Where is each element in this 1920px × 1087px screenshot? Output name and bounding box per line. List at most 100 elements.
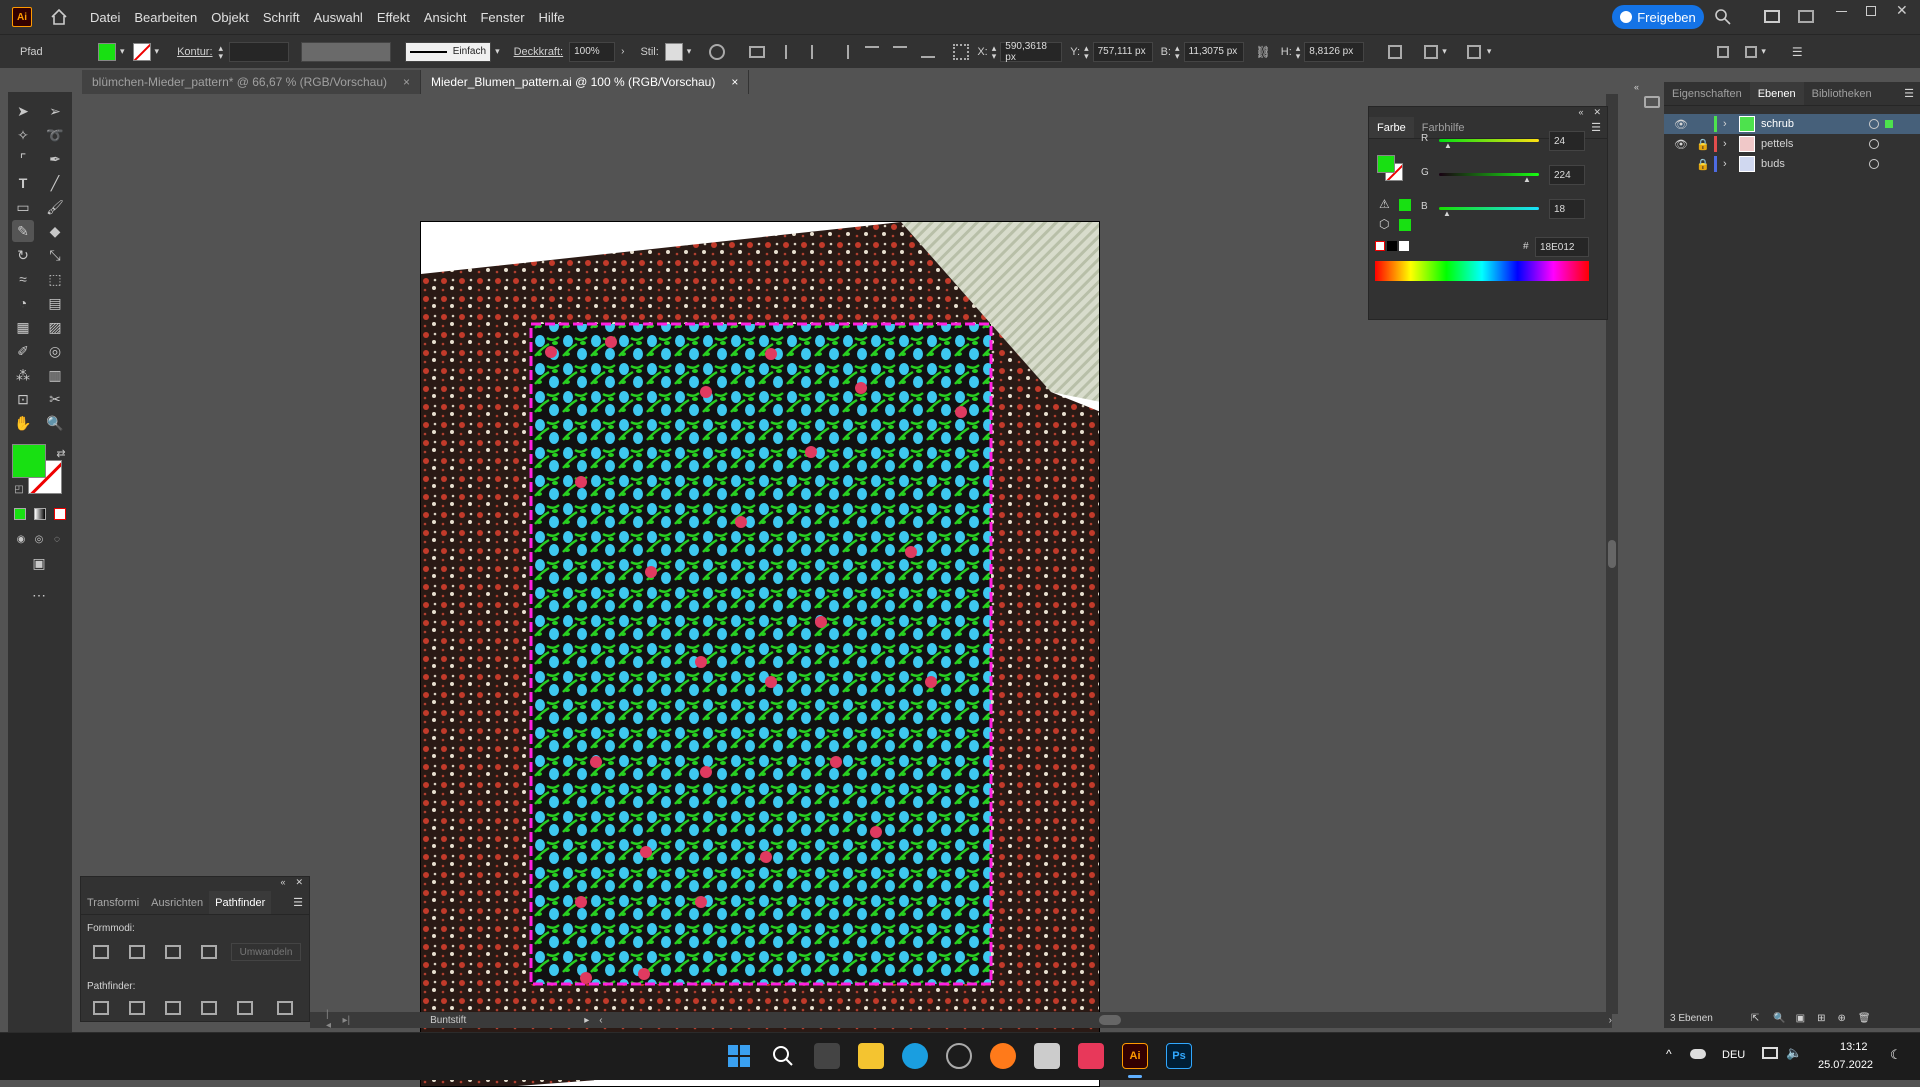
workspace-icon[interactable] [1764, 10, 1780, 23]
shape-builder-icon[interactable]: ◔ [12, 292, 34, 314]
edge-icon[interactable] [902, 1043, 928, 1069]
b-field[interactable]: 18 [1549, 199, 1585, 219]
artboard-tool-icon[interactable]: ⊡ [12, 388, 34, 410]
close-icon[interactable]: × [731, 75, 738, 89]
variable-width-field[interactable] [301, 41, 392, 62]
color-spectrum[interactable] [1375, 261, 1589, 281]
stroke-style-dropdown[interactable]: Einfach [405, 41, 492, 62]
pattern-artwork[interactable] [421, 222, 1100, 1087]
r-slider[interactable] [1439, 139, 1539, 142]
task-view-icon[interactable] [814, 1043, 840, 1069]
panel-menu-icon[interactable]: ☰ [1792, 45, 1803, 59]
fill-swatch-large[interactable] [1377, 155, 1395, 173]
menu-datei[interactable]: Datei [90, 10, 120, 25]
scroll-right-icon[interactable]: › [1609, 1015, 1612, 1026]
illustrator-icon[interactable]: Ai [1122, 1043, 1148, 1069]
scroll-left-icon[interactable]: ‹ [599, 1015, 602, 1026]
photos-icon[interactable] [1034, 1043, 1060, 1069]
tab-ebenen[interactable]: Ebenen [1749, 82, 1804, 105]
clipping-mask-icon[interactable]: ▣ [1796, 1013, 1805, 1024]
eye-icon[interactable]: 👁 [1674, 118, 1688, 131]
b-slider[interactable] [1439, 207, 1539, 210]
chevron-right-icon[interactable]: › [1723, 138, 1733, 150]
layer-row-buds[interactable]: 🔒 › buds [1664, 154, 1920, 174]
draw-inside-icon[interactable]: ◌ [46, 528, 68, 550]
close-icon[interactable]: ✕ [295, 877, 303, 891]
delete-layer-icon[interactable]: 🗑 [1858, 1013, 1871, 1024]
rotate-tool-icon[interactable]: ↻ [12, 244, 34, 266]
gamut-swatch[interactable] [1399, 199, 1411, 211]
direct-selection-tool-icon[interactable]: ➢ [44, 100, 66, 122]
tray-chevron-icon[interactable]: ^ [1666, 1047, 1672, 1061]
swap-colors-icon[interactable]: ⇄ [50, 442, 72, 464]
intersect-icon[interactable] [165, 945, 181, 959]
new-layer-icon[interactable]: ⊕ [1838, 1013, 1846, 1024]
tab-eigenschaften[interactable]: Eigenschaften [1664, 82, 1750, 105]
mesh-tool-icon[interactable]: ▦ [12, 316, 34, 338]
magic-wand-icon[interactable]: ✧ [12, 124, 34, 146]
black-swatch[interactable] [1387, 241, 1397, 251]
target-icon[interactable] [1869, 139, 1879, 149]
merge-icon[interactable] [165, 1001, 181, 1015]
comments-icon[interactable] [1644, 96, 1660, 108]
stroke-swatch[interactable] [132, 42, 151, 61]
out-of-gamut-icon[interactable]: ⚠ [1379, 197, 1390, 211]
style-swatch[interactable] [664, 42, 683, 61]
stepper-icon[interactable]: ▴ ▾ [219, 43, 224, 60]
y-field[interactable]: 757,111 px [1092, 41, 1153, 62]
maximize-icon[interactable] [1866, 6, 1876, 16]
opacity-field[interactable]: 100% [569, 41, 616, 62]
target-icon[interactable] [1869, 119, 1879, 129]
network-icon[interactable] [1762, 1047, 1778, 1059]
menu-ansicht[interactable]: Ansicht [424, 10, 467, 25]
none-swatch[interactable] [1375, 241, 1385, 251]
warp-tool-icon[interactable]: ≈ [12, 268, 34, 290]
export-icon[interactable]: ⇱ [1751, 1013, 1759, 1024]
home-icon[interactable] [50, 8, 68, 26]
rectangle-tool-icon[interactable]: ▭ [12, 196, 34, 218]
tab-farbe[interactable]: Farbe [1369, 117, 1414, 138]
vertical-scroll-thumb[interactable] [1608, 540, 1616, 568]
gradient-mode-icon[interactable] [34, 508, 46, 520]
close-icon[interactable]: ✕ [1896, 2, 1908, 19]
panel-menu-icon[interactable]: ☰ [293, 891, 309, 914]
align-vcenter-icon[interactable] [893, 45, 908, 58]
stroke-weight-field[interactable] [229, 41, 290, 62]
clock-date[interactable]: 25.07.2022 [1818, 1059, 1873, 1071]
g-field[interactable]: 224 [1549, 165, 1585, 185]
transform-icon[interactable] [1388, 44, 1403, 59]
screen-mode-icon[interactable]: ▣ [28, 552, 50, 574]
envelope-icon[interactable] [1466, 44, 1481, 59]
file-explorer-icon[interactable] [858, 1043, 884, 1069]
more-tools-icon[interactable]: ⋯ [28, 584, 50, 606]
eye-icon[interactable]: 👁 [1674, 138, 1688, 151]
align-bottom-icon[interactable] [921, 46, 936, 58]
photoshop-icon[interactable]: Ps [1166, 1043, 1192, 1069]
collapse-icon[interactable]: « [280, 877, 285, 891]
volume-icon[interactable]: 🔈 [1786, 1045, 1802, 1061]
perspective-grid-icon[interactable]: ▤ [44, 292, 66, 314]
outline-icon[interactable] [237, 1001, 253, 1015]
chevron-down-icon[interactable]: ▾ [120, 46, 125, 57]
windows-start-icon[interactable] [726, 1043, 752, 1069]
panel-align-icon[interactable] [1745, 45, 1758, 58]
creative-cloud-icon[interactable] [1078, 1043, 1104, 1069]
chevron-down-icon[interactable]: ▾ [495, 46, 500, 57]
x-field[interactable]: 590,3618 px [1000, 41, 1063, 63]
share-button[interactable]: Freigeben [1612, 5, 1704, 29]
chevron-down-icon[interactable]: ▾ [1761, 46, 1766, 57]
hand-tool-icon[interactable]: ✋ [12, 412, 34, 434]
tab-ausrichten[interactable]: Ausrichten [145, 891, 209, 914]
new-sublayer-icon[interactable]: ⊞ [1817, 1013, 1825, 1024]
chevron-right-icon[interactable]: › [621, 46, 624, 57]
firefox-icon[interactable] [990, 1043, 1016, 1069]
lasso-icon[interactable]: ➰ [44, 124, 66, 146]
stepper-icon[interactable]: ▴ ▾ [1296, 43, 1301, 60]
align-top-icon[interactable] [865, 45, 880, 58]
line-tool-icon[interactable]: ╱ [44, 172, 66, 194]
reference-point-icon[interactable] [953, 43, 970, 60]
white-swatch[interactable] [1399, 241, 1409, 251]
stepper-icon[interactable]: ▴ ▾ [1084, 43, 1089, 60]
target-icon[interactable] [1869, 159, 1879, 169]
slider-thumb-icon[interactable]: ▲ [1523, 175, 1531, 184]
